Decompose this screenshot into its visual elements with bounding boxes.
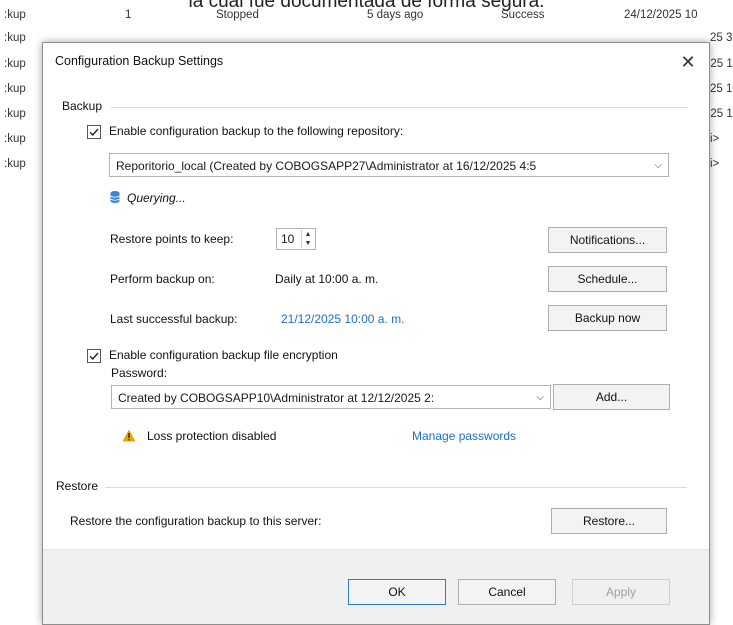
- apply-button[interactable]: Apply: [572, 579, 670, 605]
- cancel-button[interactable]: Cancel: [458, 579, 556, 605]
- perform-backup-value: Daily at 10:00 a. m.: [275, 272, 379, 286]
- enable-repository-checkbox[interactable]: [87, 125, 101, 139]
- table-cell: :kup: [4, 32, 26, 44]
- password-label: Password:: [111, 366, 168, 380]
- table-cell: :kup: [4, 108, 26, 120]
- loss-protection-status: Loss protection disabled: [147, 429, 277, 443]
- table-cell: i>: [710, 133, 720, 145]
- close-icon[interactable]: ✕: [675, 49, 701, 75]
- table-cell: Stopped: [216, 9, 259, 21]
- table-row[interactable]: :kup 1 Stopped 5 days ago Success 24/12/…: [0, 9, 733, 31]
- chevron-down-icon: ⌵: [536, 392, 544, 403]
- backup-section-divider: [111, 107, 687, 108]
- table-cell: :kup: [4, 158, 26, 170]
- table-cell: :kup: [4, 133, 26, 145]
- querying-status: Querying...: [127, 191, 186, 205]
- restore-label: Restore the configuration backup to this…: [70, 514, 322, 528]
- repository-select-value: Reporitorio_local (Created by COBOGSAPP2…: [116, 159, 537, 173]
- spinner-arrows-icon[interactable]: ▲ ▼: [301, 230, 314, 248]
- table-cell: :kup: [4, 83, 26, 95]
- password-select-value: Created by COBOGSAPP10\Administrator at …: [118, 391, 435, 405]
- restore-points-label: Restore points to keep:: [110, 232, 234, 246]
- checkmark-icon: [89, 352, 99, 361]
- warning-icon: [122, 429, 136, 447]
- database-icon: [110, 190, 120, 209]
- table-cell: :kup: [4, 58, 26, 70]
- enable-encryption-label: Enable configuration backup file encrypt…: [109, 348, 338, 362]
- backup-section-label: Backup: [62, 99, 103, 113]
- table-cell: 1: [125, 9, 132, 21]
- restore-section-label: Restore: [56, 479, 99, 493]
- perform-backup-label: Perform backup on:: [110, 272, 215, 286]
- dialog-titlebar[interactable]: Configuration Backup Settings ✕: [43, 43, 709, 81]
- table-cell: 5 days ago: [367, 9, 424, 21]
- table-cell: Success: [501, 9, 545, 21]
- table-cell: 25 10: [710, 83, 733, 95]
- configuration-backup-dialog: Configuration Backup Settings ✕ Backup E…: [42, 42, 710, 625]
- table-cell: 24/12/2025 10: [624, 9, 698, 21]
- enable-encryption-checkbox[interactable]: [87, 349, 101, 363]
- restore-button[interactable]: Restore...: [551, 508, 667, 534]
- table-cell: i>: [710, 158, 720, 170]
- add-password-button[interactable]: Add...: [553, 384, 670, 410]
- table-cell: 25 3:: [710, 32, 733, 44]
- enable-repository-label: Enable configuration backup to the follo…: [109, 124, 404, 138]
- backup-now-button[interactable]: Backup now: [548, 305, 667, 331]
- last-backup-value: 21/12/2025 10:00 a. m.: [281, 312, 405, 326]
- chevron-down-icon: ⌵: [654, 160, 662, 171]
- notifications-button[interactable]: Notifications...: [548, 227, 667, 253]
- restore-points-value: 10: [281, 232, 295, 246]
- restore-points-stepper[interactable]: 10 ▲ ▼: [276, 228, 316, 250]
- password-select[interactable]: Created by COBOGSAPP10\Administrator at …: [111, 385, 551, 409]
- last-backup-label: Last successful backup:: [110, 312, 238, 326]
- dialog-footer: OK Cancel Apply: [43, 549, 709, 624]
- table-cell: :kup: [4, 9, 26, 21]
- ok-button[interactable]: OK: [348, 579, 446, 605]
- dialog-title: Configuration Backup Settings: [55, 54, 224, 68]
- restore-section-divider: [105, 487, 687, 488]
- manage-passwords-link[interactable]: Manage passwords: [412, 429, 516, 443]
- repository-select[interactable]: Reporitorio_local (Created by COBOGSAPP2…: [109, 153, 669, 177]
- checkmark-icon: [89, 128, 99, 137]
- schedule-button[interactable]: Schedule...: [548, 266, 667, 292]
